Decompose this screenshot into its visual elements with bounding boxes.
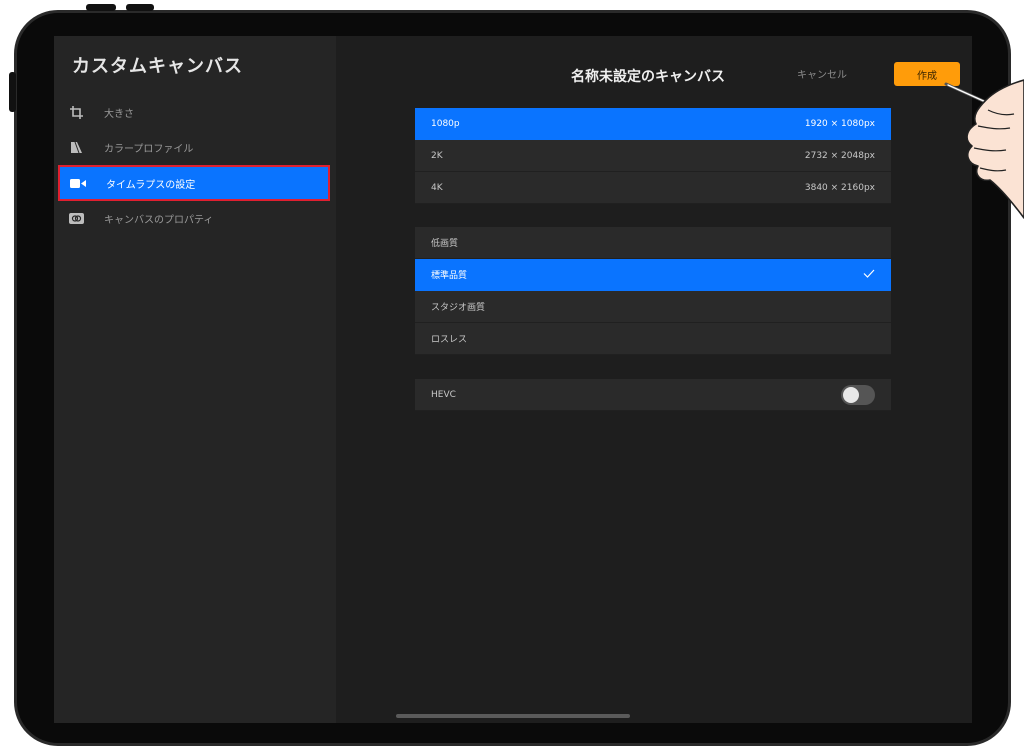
option-label: 低画質	[431, 239, 459, 249]
sidebar-item-color-profile[interactable]: カラープロファイル	[58, 130, 330, 164]
video-camera-icon	[70, 176, 86, 190]
quality-option-lossless[interactable]: ロスレス	[415, 323, 891, 355]
device-top-button	[126, 4, 154, 11]
quality-option-standard[interactable]: 標準品質	[415, 259, 891, 291]
sidebar-item-label: カラープロファイル	[104, 143, 194, 155]
canvas-properties-icon	[68, 211, 84, 225]
sidebar-item-canvas-properties[interactable]: キャンバスのプロパティ	[58, 201, 330, 235]
home-indicator	[396, 714, 630, 718]
option-resolution: 3840 × 2160px	[804, 182, 875, 193]
option-label: 1080p	[431, 118, 460, 129]
option-label: 2K	[431, 150, 443, 161]
toggle-knob	[843, 386, 859, 403]
option-label: スタジオ画質	[431, 303, 486, 313]
option-label: ロスレス	[431, 335, 468, 345]
quality-option-studio[interactable]: スタジオ画質	[415, 291, 891, 323]
hevc-toggle[interactable]	[841, 384, 875, 405]
sidebar-item-timelapse[interactable]: タイムラプスの設定	[58, 165, 330, 201]
quality-option-low[interactable]: 低画質	[415, 227, 891, 259]
hevc-row: HEVC	[415, 379, 891, 411]
hevc-group: HEVC	[415, 379, 891, 411]
crop-icon	[68, 105, 84, 119]
resolution-option-4k[interactable]: 4K 3840 × 2160px	[415, 172, 891, 204]
resolution-option-2k[interactable]: 2K 2732 × 2048px	[415, 140, 891, 172]
page-title: 名称未設定のキャンバス	[571, 69, 725, 85]
color-profile-icon	[68, 140, 84, 154]
sidebar-item-label: キャンバスのプロパティ	[104, 214, 214, 226]
sidebar: カスタムキャンバス 大きさ カラープロファイル タイムラプスの設定 キャンバスの…	[54, 36, 336, 723]
checkmark-icon	[863, 269, 875, 281]
quality-group: 低画質 標準品質 スタジオ画質 ロスレス	[415, 227, 891, 355]
sidebar-item-size[interactable]: 大きさ	[58, 95, 330, 129]
sidebar-title: カスタムキャンバス	[72, 56, 243, 77]
hand-pointer-icon	[944, 79, 1024, 219]
sidebar-item-label: タイムラプスの設定	[106, 179, 196, 191]
screen: カスタムキャンバス 大きさ カラープロファイル タイムラプスの設定 キャンバスの…	[54, 36, 972, 723]
hevc-label: HEVC	[431, 389, 456, 400]
cancel-button[interactable]: キャンセル	[797, 66, 847, 81]
option-label: 4K	[431, 182, 443, 193]
device-top-button	[86, 4, 116, 11]
device-side-button	[9, 72, 16, 112]
option-resolution: 2732 × 2048px	[804, 150, 875, 161]
option-label: 標準品質	[431, 271, 468, 281]
resolution-option-1080p[interactable]: 1080p 1920 × 1080px	[415, 108, 891, 140]
sidebar-item-label: 大きさ	[104, 108, 134, 120]
option-resolution: 1920 × 1080px	[804, 118, 875, 129]
resolution-group: 1080p 1920 × 1080px 2K 2732 × 2048px 4K …	[415, 108, 891, 204]
